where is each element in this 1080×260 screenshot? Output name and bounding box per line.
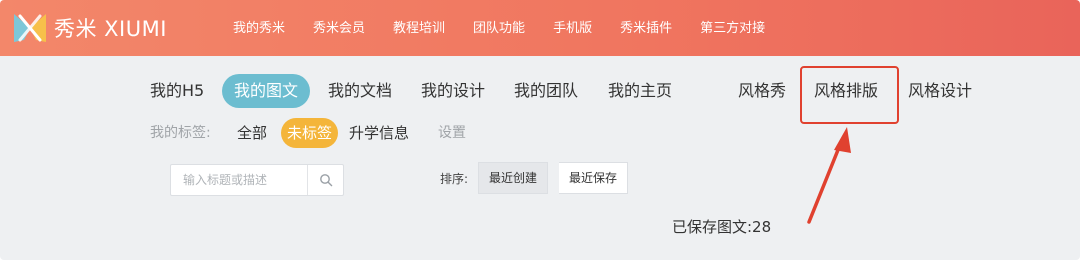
brand-logo[interactable]: 秀米 XIUMI xyxy=(10,10,167,46)
label-untagged[interactable]: 未标签 xyxy=(281,118,339,148)
sort-recent-saved-button[interactable]: 最近保存 xyxy=(559,162,629,194)
tab-my-h5[interactable]: 我的H5 xyxy=(150,74,204,108)
search-button[interactable] xyxy=(308,165,344,195)
app-frame: 秀米 XIUMI 我的秀米 秀米会员 教程培训 团队功能 手机版 秀米插件 第三… xyxy=(0,0,1080,260)
tab-my-articles[interactable]: 我的图文 xyxy=(222,74,311,108)
labels-settings-link[interactable]: 设置 xyxy=(438,118,466,148)
sort-label: 排序: xyxy=(440,172,469,186)
top-nav-item[interactable]: 秀米插件 xyxy=(620,17,672,36)
tab-style-design[interactable]: 风格设计 xyxy=(908,74,972,108)
brand-name: 秀米 XIUMI xyxy=(54,17,167,41)
top-nav-item[interactable]: 教程培训 xyxy=(393,17,445,36)
search-input[interactable] xyxy=(171,165,306,195)
top-nav-item[interactable]: 团队功能 xyxy=(473,17,525,36)
top-nav-item[interactable]: 我的秀米 xyxy=(233,17,285,36)
search-box xyxy=(170,164,344,196)
labels-prefix: 我的标签: xyxy=(150,125,211,141)
top-bar: 秀米 XIUMI 我的秀米 秀米会员 教程培训 团队功能 手机版 秀米插件 第三… xyxy=(0,0,1080,56)
top-nav-item[interactable]: 秀米会员 xyxy=(313,17,365,36)
sort-recent-created-button[interactable]: 最近创建 xyxy=(478,162,549,194)
label-all[interactable]: 全部 xyxy=(237,118,267,148)
highlight-box xyxy=(800,66,899,124)
tab-style-show[interactable]: 风格秀 xyxy=(738,74,786,108)
top-nav-item[interactable]: 第三方对接 xyxy=(700,17,765,36)
tab-my-designs[interactable]: 我的设计 xyxy=(421,74,485,108)
saved-count: 已保存图文:28 xyxy=(672,218,772,236)
tab-my-homepage[interactable]: 我的主页 xyxy=(608,74,672,108)
tab-my-documents[interactable]: 我的文档 xyxy=(328,74,392,108)
xiumi-logo-icon xyxy=(14,14,46,42)
label-admission-info[interactable]: 升学信息 xyxy=(349,118,409,148)
top-nav-item[interactable]: 手机版 xyxy=(553,17,592,36)
search-icon xyxy=(320,174,333,187)
tab-my-team[interactable]: 我的团队 xyxy=(514,74,578,108)
top-nav: 我的秀米 秀米会员 教程培训 团队功能 手机版 秀米插件 第三方对接 xyxy=(233,0,793,52)
